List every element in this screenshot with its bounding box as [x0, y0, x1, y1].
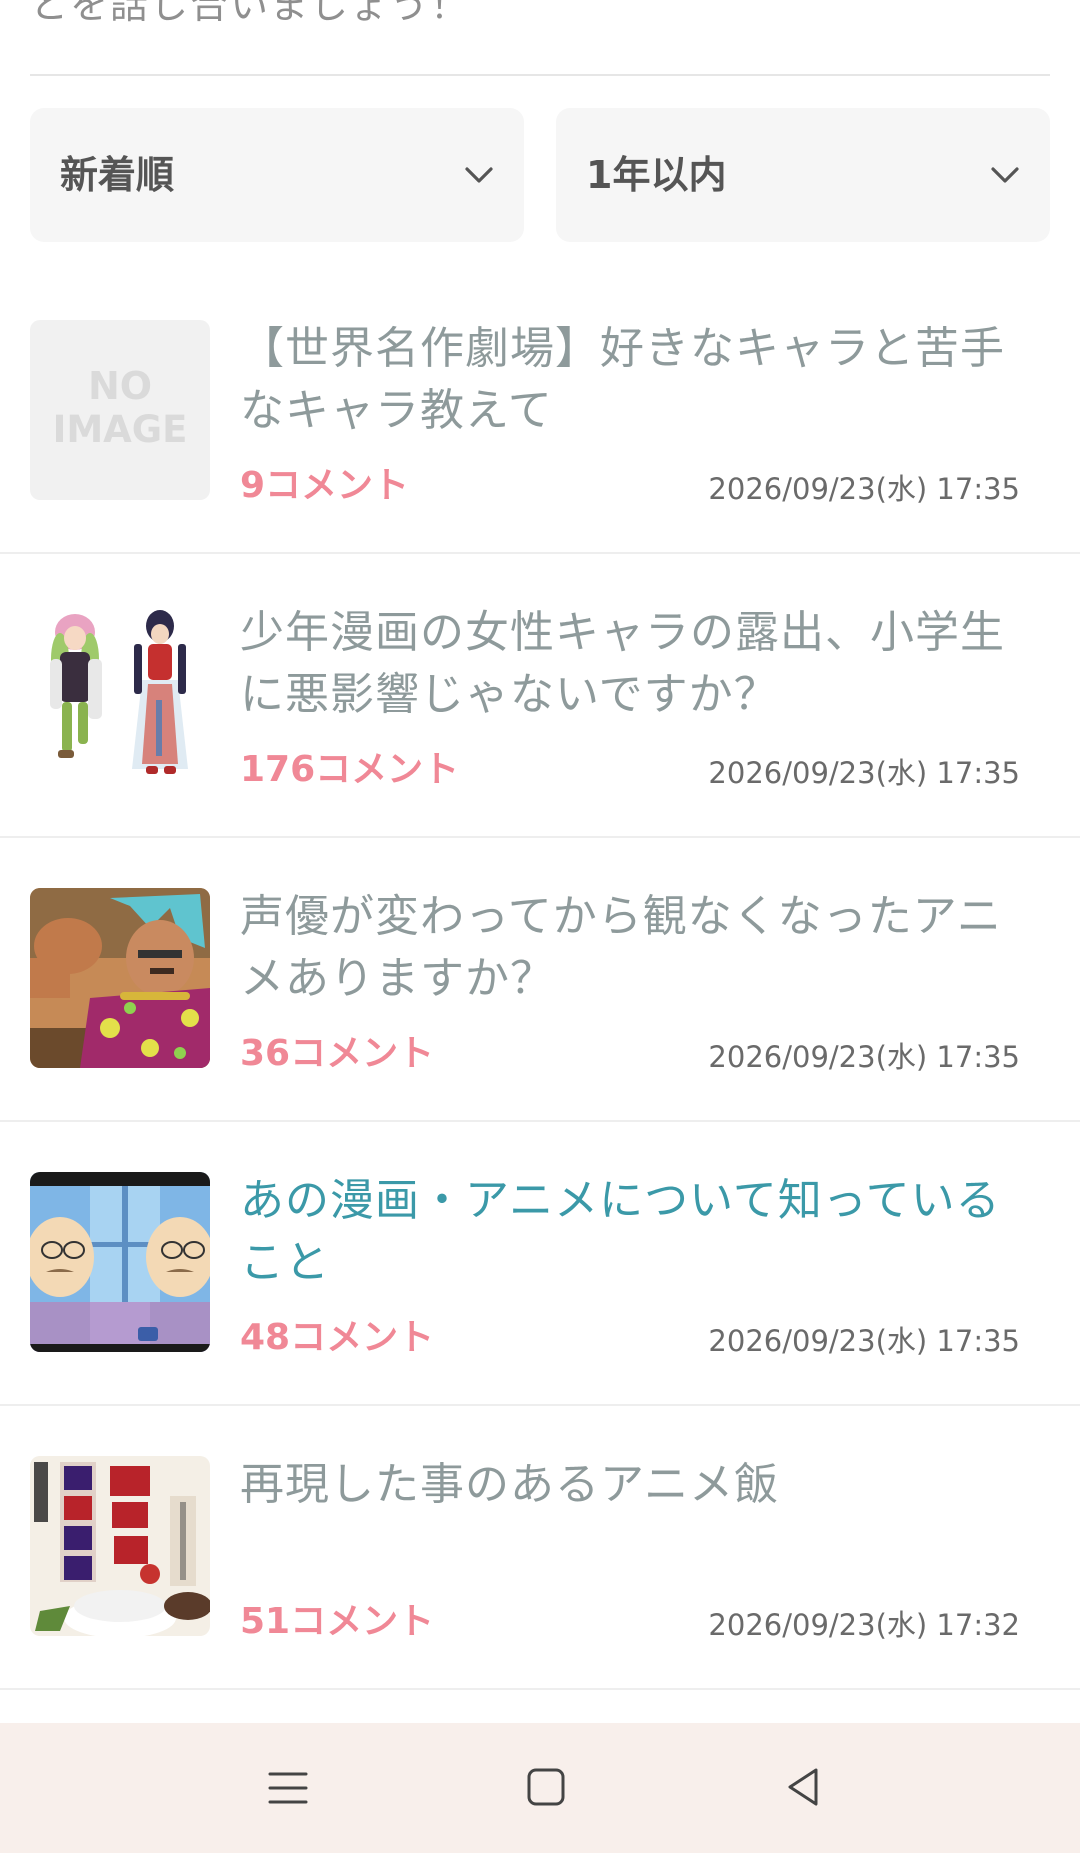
topic-date: 2026/09/23(水) 17:35 [708, 1324, 1020, 1358]
topic-list: NO IMAGE 【世界名作劇場】好きなキャラと苦手なキャラ教えて 9コメント … [0, 270, 1080, 1690]
system-navigation-bar [0, 1723, 1080, 1853]
topic-date: 2026/09/23(水) 17:35 [708, 472, 1020, 506]
topic-comment-count: 51コメント [240, 1601, 435, 1642]
topic-title[interactable]: 再現した事のあるアニメ飯 [240, 1454, 1030, 1516]
period-select-value: 1年以内 [586, 153, 727, 197]
topic-thumbnail [30, 604, 210, 784]
svg-text:IMAGE: IMAGE [53, 408, 188, 451]
anime-screenshot-image [30, 1172, 210, 1352]
topic-item[interactable]: 少年漫画の女性キャラの露出、小学生に悪影響じゃないですか？ 176コメント 20… [0, 554, 1080, 838]
anime-screenshot-image [30, 888, 210, 1068]
topic-title[interactable]: 少年漫画の女性キャラの露出、小学生に悪影響じゃないですか？ [240, 602, 1030, 726]
intro-text: とを話し合いましょう！ [30, 0, 471, 27]
menu-icon[interactable] [258, 1758, 318, 1818]
topic-title[interactable]: 【世界名作劇場】好きなキャラと苦手なキャラ教えて [240, 318, 1030, 442]
topic-thumbnail [30, 1456, 210, 1636]
topic-comment-count: 48コメント [240, 1317, 435, 1358]
anime-characters-image [30, 604, 210, 784]
sort-select-value: 新着順 [60, 153, 175, 197]
topic-thumbnail [30, 888, 210, 1068]
topic-item[interactable]: NO IMAGE 【世界名作劇場】好きなキャラと苦手なキャラ教えて 9コメント … [0, 270, 1080, 554]
home-icon[interactable] [516, 1758, 576, 1818]
topic-comment-count: 9コメント [240, 465, 410, 506]
topic-thumbnail-no-image: NO IMAGE [30, 320, 210, 500]
topic-item[interactable]: あの漫画・アニメについて知っていること 48コメント 2026/09/23(水)… [0, 1122, 1080, 1406]
topic-title[interactable]: あの漫画・アニメについて知っていること [240, 1170, 1030, 1294]
book-cover-image [30, 1456, 210, 1636]
page: とを話し合いましょう！ 新着順 1年以内 NO IMAGE 【世界名作劇場】好き… [0, 0, 1080, 1853]
chevron-down-icon [465, 167, 493, 183]
back-icon[interactable] [774, 1758, 834, 1818]
topic-comment-count: 176コメント [240, 749, 460, 790]
divider [30, 74, 1050, 76]
topic-date: 2026/09/23(水) 17:35 [708, 756, 1020, 790]
period-select[interactable]: 1年以内 [556, 108, 1050, 242]
topic-title[interactable]: 声優が変わってから観なくなったアニメありますか？ [240, 886, 1030, 1010]
topic-item[interactable]: 声優が変わってから観なくなったアニメありますか？ 36コメント 2026/09/… [0, 838, 1080, 1122]
topic-date: 2026/09/23(水) 17:35 [708, 1040, 1020, 1074]
topic-date: 2026/09/23(水) 17:32 [708, 1608, 1020, 1642]
svg-text:NO: NO [88, 364, 152, 408]
chevron-down-icon [991, 167, 1019, 183]
topic-comment-count: 36コメント [240, 1033, 435, 1074]
topic-item[interactable]: 再現した事のあるアニメ飯 51コメント 2026/09/23(水) 17:32 [0, 1406, 1080, 1690]
no-image-placeholder: NO IMAGE [30, 320, 210, 500]
topic-thumbnail [30, 1172, 210, 1352]
sort-select[interactable]: 新着順 [30, 108, 524, 242]
